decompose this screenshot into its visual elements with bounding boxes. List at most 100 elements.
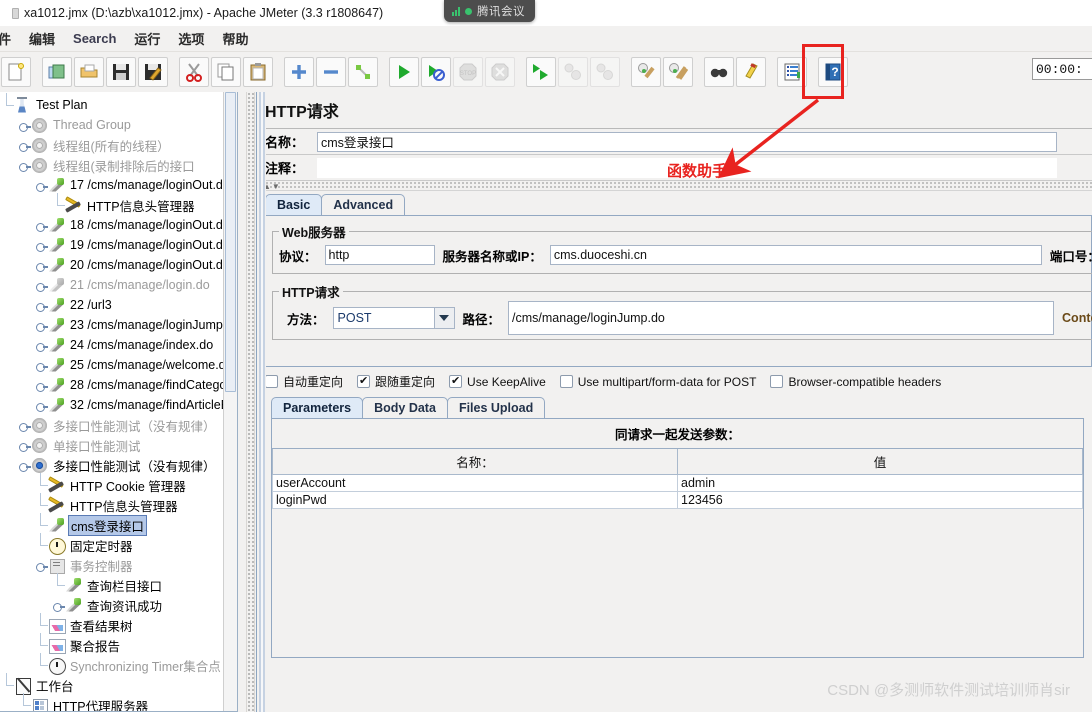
table-row[interactable]: userAccount admin <box>272 474 1083 492</box>
chevron-down-icon[interactable] <box>433 308 454 328</box>
tree-expander-icon[interactable] <box>17 135 31 155</box>
tree-node[interactable]: 23 /cms/manage/loginJump.do <box>0 315 237 335</box>
tree-node[interactable]: 28 /cms/manage/findCategoryB <box>0 375 237 395</box>
checkbox-box-icon[interactable] <box>357 374 371 388</box>
menu-item-4[interactable]: 选项 <box>169 27 213 50</box>
tree-expander-icon[interactable] <box>34 315 48 335</box>
editor-left-scrollbar[interactable] <box>257 92 266 712</box>
tree-node[interactable]: 21 /cms/manage/login.do <box>0 275 237 295</box>
tree-expander-icon[interactable] <box>34 555 48 575</box>
checkbox-0[interactable]: 自动重定向 <box>265 373 343 390</box>
tree-node[interactable]: Test Plan <box>0 93 237 115</box>
tree-node[interactable]: 20 /cms/manage/loginOut.do <box>0 255 237 275</box>
tree-expander-icon[interactable] <box>34 235 48 255</box>
tree-node[interactable]: 多接口性能测试（没有规律） <box>0 455 237 475</box>
save-button[interactable] <box>106 57 136 87</box>
tree-node[interactable]: 32 /cms/manage/findArticleByPa <box>0 395 237 415</box>
tree-expander-icon[interactable] <box>17 435 31 455</box>
tree-expander-icon[interactable] <box>34 175 48 195</box>
tree-expander-icon[interactable] <box>34 295 48 315</box>
open-button[interactable] <box>74 57 104 87</box>
tab-basic[interactable]: Basic <box>265 194 323 215</box>
tree-expander-icon[interactable] <box>17 155 31 175</box>
clear-all-button[interactable] <box>663 57 693 87</box>
collapse-all-button[interactable] <box>316 57 346 87</box>
checkbox-2[interactable]: Use KeepAlive <box>449 374 546 389</box>
checkbox-box-icon[interactable] <box>559 375 573 388</box>
table-row[interactable]: loginPwd 123456 <box>272 491 1083 509</box>
column-header[interactable]: 值 <box>677 449 1083 475</box>
tab-advanced[interactable]: Advanced <box>321 194 406 215</box>
menu-item-1[interactable]: 编辑 <box>20 27 64 50</box>
param-name-cell[interactable]: userAccount <box>272 474 678 492</box>
tree-node[interactable]: HTTP Cookie 管理器 <box>0 473 237 495</box>
editor-collapse-divider[interactable]: ▲▼ <box>257 181 1092 191</box>
path-input[interactable]: /cms/manage/loginJump.do <box>508 301 1055 335</box>
checkbox-1[interactable]: 跟随重定向 <box>357 373 435 390</box>
function-helper-button[interactable] <box>777 57 807 87</box>
help-button[interactable]: ? <box>818 57 848 87</box>
tree-node[interactable]: 工作台 <box>0 673 237 695</box>
tree-node[interactable]: HTTP代理服务器 <box>0 693 237 711</box>
tree-node[interactable]: 17 /cms/manage/loginOut.do <box>0 175 237 195</box>
expand-all-button[interactable] <box>284 57 314 87</box>
checkbox-box-icon[interactable] <box>770 375 784 388</box>
server-input[interactable]: cms.duoceshi.cn <box>549 245 1042 265</box>
paste-button[interactable] <box>243 57 273 87</box>
tree-node[interactable]: 24 /cms/manage/index.do <box>0 335 237 355</box>
tab-body-data[interactable]: Body Data <box>362 397 448 418</box>
name-input[interactable]: cms登录接口 <box>317 131 1057 152</box>
tree-expander-icon[interactable] <box>34 215 48 235</box>
checkbox-4[interactable]: Browser-compatible headers <box>770 375 941 389</box>
menu-item-5[interactable]: 帮助 <box>213 27 257 50</box>
tree-node[interactable]: 多接口性能测试（没有规律） <box>0 415 237 435</box>
tree-expander-icon[interactable] <box>51 595 65 615</box>
test-plan-tree[interactable]: Test Plan Thread Group 线程组(所有的线程） 线程组(录制排除后… <box>0 92 238 712</box>
checkbox-box-icon[interactable] <box>449 374 463 388</box>
tab-files-upload[interactable]: Files Upload <box>446 397 546 418</box>
tree-node[interactable]: 聚合报告 <box>0 633 237 655</box>
tree-node[interactable]: 线程组(录制排除后的接口 <box>0 155 237 175</box>
new-button[interactable] <box>1 57 31 87</box>
tree-node[interactable]: HTTP信息头管理器 <box>0 193 237 215</box>
tree-node[interactable]: cms登录接口 <box>0 513 237 536</box>
start-button[interactable] <box>389 57 419 87</box>
tree-node[interactable]: Synchronizing Timer集合点 <box>0 653 237 675</box>
tree-node[interactable]: 19 /cms/manage/loginOut.do <box>0 235 237 255</box>
copy-button[interactable] <box>211 57 241 87</box>
parameters-table[interactable]: 名称：值 userAccount admin loginPwd 123456 <box>272 449 1083 509</box>
protocol-input[interactable]: http <box>324 245 435 265</box>
tree-scroll-thumb[interactable] <box>225 92 236 392</box>
tree-node[interactable]: 事务控制器 <box>0 555 237 575</box>
tree-node[interactable]: 线程组(所有的线程） <box>0 135 237 155</box>
menu-item-2[interactable]: Search <box>64 29 125 48</box>
tree-node[interactable]: 固定定时器 <box>0 533 237 555</box>
split-divider[interactable] <box>246 92 255 712</box>
clear-button[interactable] <box>631 57 661 87</box>
search-button[interactable] <box>704 57 734 87</box>
param-value-cell[interactable]: 123456 <box>677 491 1083 509</box>
tree-expander-icon[interactable] <box>17 415 31 435</box>
tencent-meeting-overlay[interactable]: 腾讯会议 <box>444 0 535 22</box>
tree-node[interactable]: HTTP信息头管理器 <box>0 493 237 515</box>
tree-node[interactable]: 单接口性能测试 <box>0 435 237 455</box>
tree-expander-icon[interactable] <box>34 255 48 275</box>
param-name-cell[interactable]: loginPwd <box>272 491 678 509</box>
tree-node[interactable]: 查询栏目接口 <box>0 573 237 595</box>
method-select[interactable]: POST <box>332 307 455 329</box>
tab-parameters[interactable]: Parameters <box>271 397 364 418</box>
menu-item-3[interactable]: 运行 <box>125 27 169 50</box>
cut-button[interactable] <box>179 57 209 87</box>
templates-button[interactable] <box>42 57 72 87</box>
tree-vertical-scrollbar[interactable] <box>223 92 237 711</box>
tree-node[interactable]: 18 /cms/manage/loginOut.do <box>0 215 237 235</box>
save-as-button[interactable] <box>138 57 168 87</box>
tree-expander-icon[interactable] <box>17 115 31 135</box>
tree-expander-icon[interactable] <box>34 335 48 355</box>
remote-start-all-button[interactable] <box>526 57 556 87</box>
tree-node[interactable]: 25 /cms/manage/welcome.do <box>0 355 237 375</box>
tree-expander-icon[interactable] <box>34 375 48 395</box>
tree-node[interactable]: 22 /url3 <box>0 295 237 315</box>
column-header[interactable]: 名称： <box>272 449 678 475</box>
start-no-timers-button[interactable] <box>421 57 451 87</box>
